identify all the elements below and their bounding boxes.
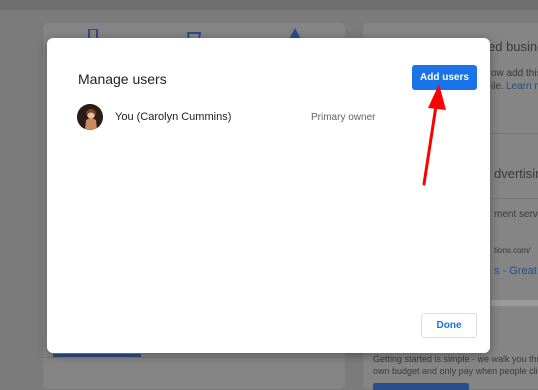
background-heading: ed busine bbox=[488, 39, 538, 54]
background-learn-more-link: Learn m bbox=[506, 81, 538, 92]
background-section-heading: dvertising bbox=[494, 166, 538, 181]
user-role: Primary owner bbox=[311, 112, 376, 123]
add-users-button[interactable]: Add users bbox=[412, 65, 477, 90]
background-footer-text: Getting started is simple - we walk you … bbox=[373, 354, 538, 364]
background-topbar bbox=[0, 0, 538, 10]
background-divider bbox=[43, 357, 347, 358]
background-scrollbar bbox=[491, 300, 538, 306]
manage-users-dialog: Manage users Add users You (Carolyn Cumm… bbox=[47, 38, 490, 353]
user-row[interactable]: You (Carolyn Cummins) Primary owner bbox=[77, 104, 457, 132]
user-name: You (Carolyn Cummins) bbox=[115, 111, 232, 123]
done-button[interactable]: Done bbox=[421, 313, 477, 338]
background-footer-text-2: own budget and only pay when people clic bbox=[373, 366, 538, 376]
background-body-text-2: ile. bbox=[491, 81, 504, 92]
background-cta-button bbox=[373, 383, 469, 390]
background-body-text: ow add this bbox=[491, 68, 538, 79]
dialog-title: Manage users bbox=[78, 71, 167, 87]
background-section-text: ment servi bbox=[494, 209, 538, 220]
background-url: tions.com/ bbox=[494, 246, 531, 255]
background-ad-link: s - Great s bbox=[494, 265, 538, 277]
avatar bbox=[77, 104, 103, 130]
person-photo-icon bbox=[77, 104, 103, 130]
